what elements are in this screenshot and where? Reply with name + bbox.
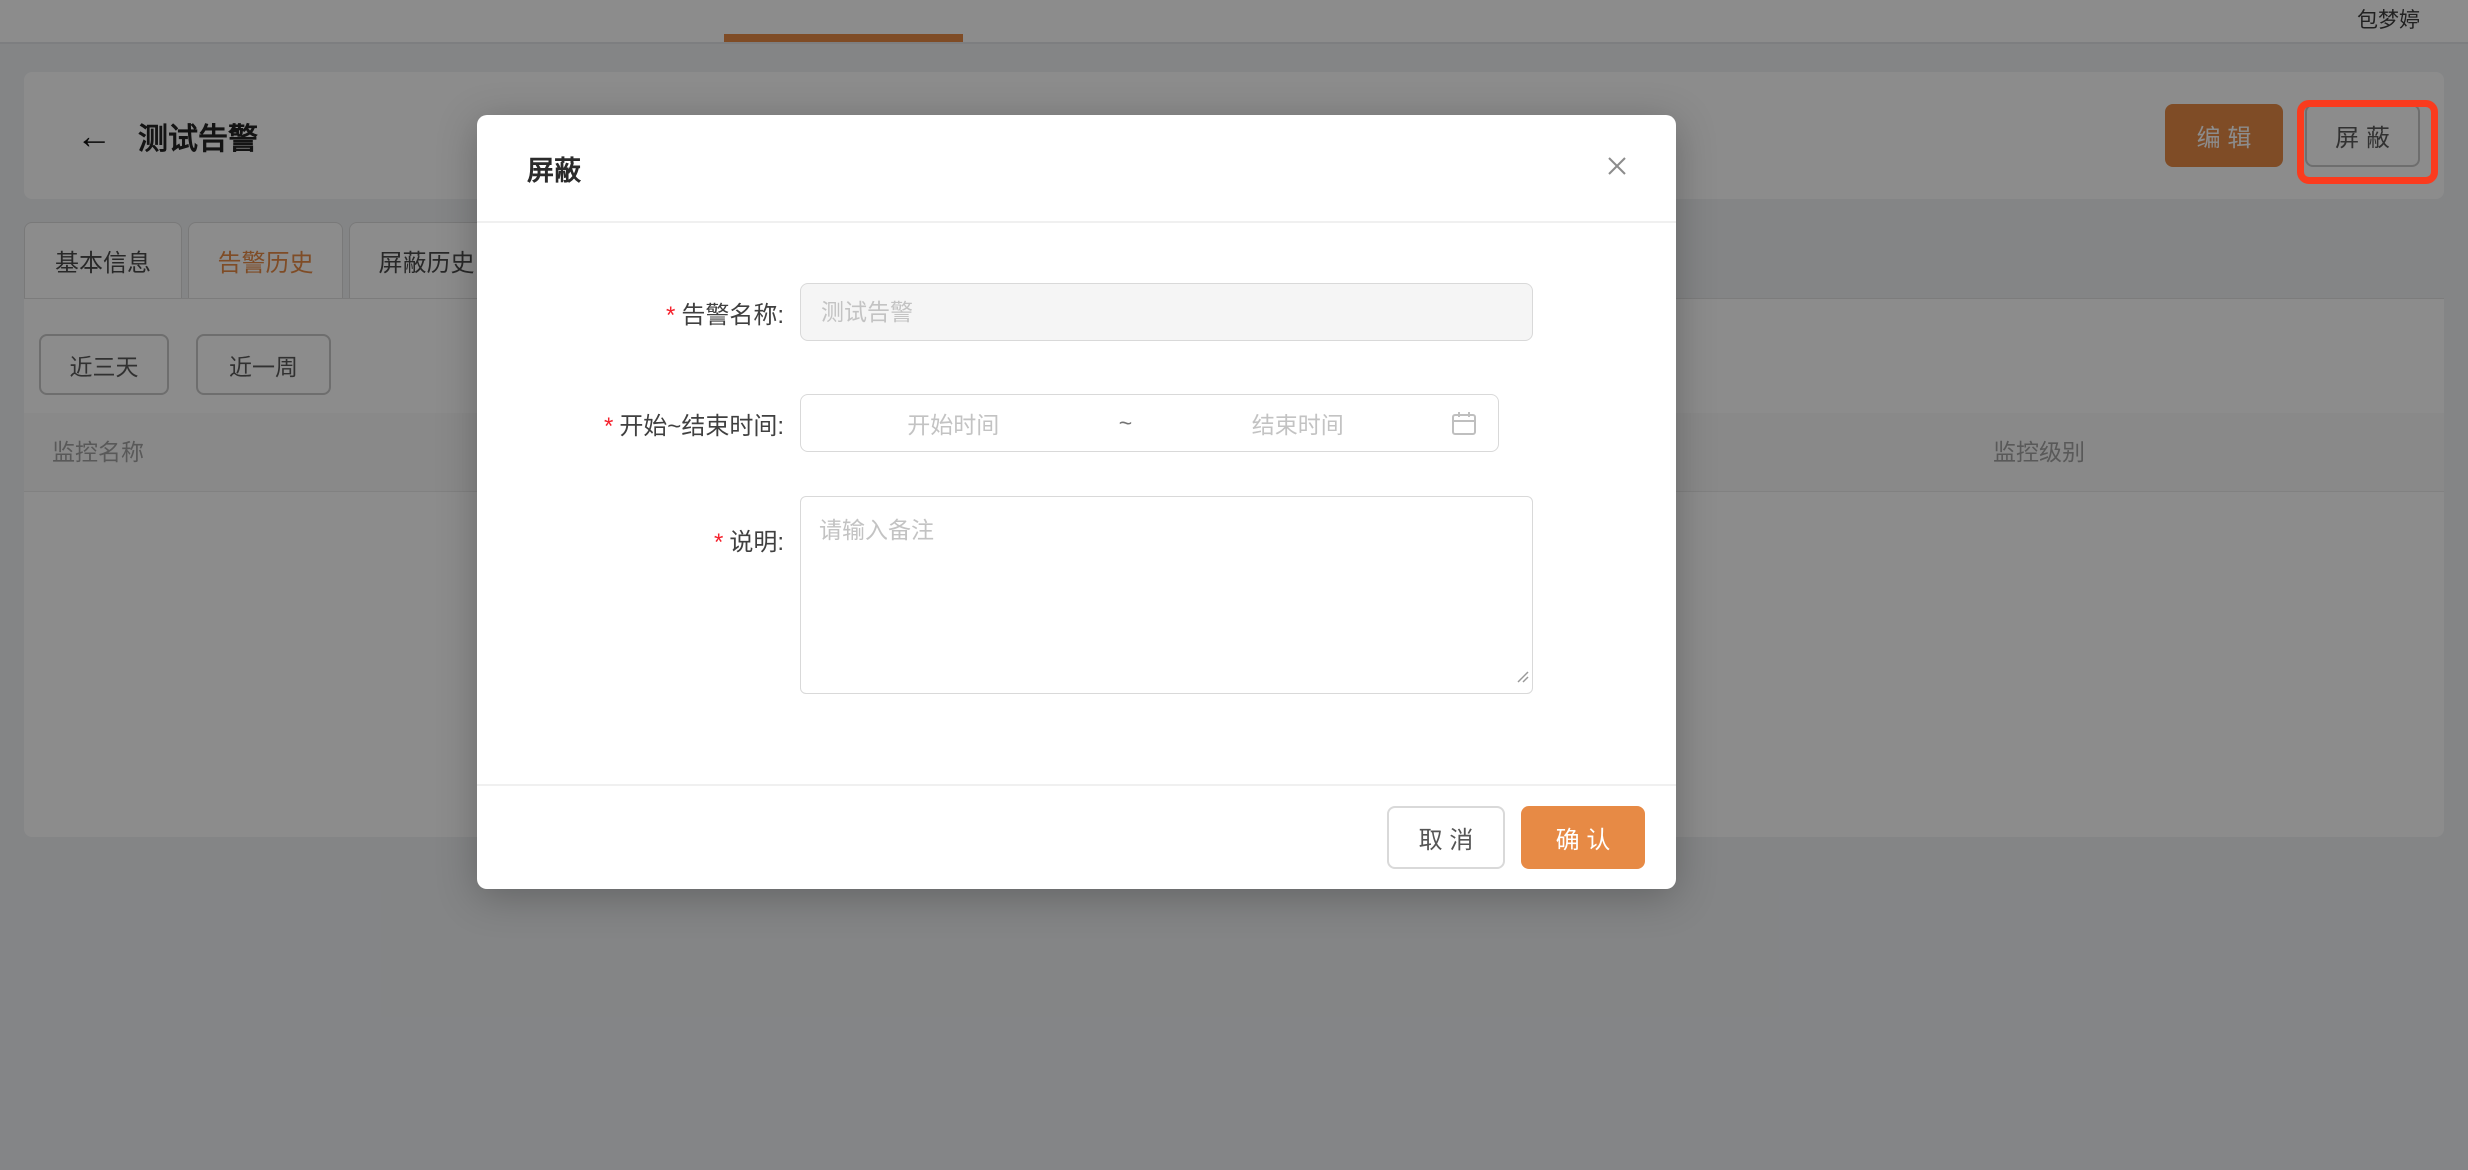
description-label: *说明: — [477, 496, 784, 557]
calendar-icon — [1450, 409, 1478, 437]
date-range-picker[interactable]: 开始时间 ~ 结束时间 — [800, 394, 1499, 452]
screen: 包梦婷 ← 测试告警 编 辑 屏 蔽 基本信息 告警历史 屏蔽历史 近三天 近一… — [0, 0, 2468, 1170]
modal-footer: 取 消 确 认 — [477, 784, 1676, 889]
description-textarea[interactable] — [800, 496, 1533, 694]
modal-title: 屏蔽 — [527, 149, 581, 188]
modal-header: 屏蔽 — [477, 115, 1676, 223]
alert-name-control — [800, 283, 1533, 341]
description-control — [800, 496, 1533, 694]
alert-name-label: *告警名称: — [477, 295, 784, 330]
start-time-placeholder[interactable]: 开始时间 — [801, 406, 1106, 440]
end-time-placeholder[interactable]: 结束时间 — [1146, 406, 1451, 440]
range-separator: ~ — [1106, 410, 1146, 437]
time-range-control: 开始时间 ~ 结束时间 — [800, 394, 1499, 452]
close-icon — [1603, 152, 1631, 185]
required-asterisk: * — [714, 529, 723, 556]
required-asterisk: * — [666, 302, 675, 329]
form-row-time-range: *开始~结束时间: 开始时间 ~ 结束时间 — [477, 394, 1676, 452]
cancel-button[interactable]: 取 消 — [1387, 806, 1505, 869]
highlight-annotation-box — [2297, 100, 2438, 184]
block-modal: 屏蔽 *告警名称: *开始~结束时间: 开始时间 ~ — [477, 115, 1676, 889]
modal-body: *告警名称: *开始~结束时间: 开始时间 ~ 结束时间 — [477, 223, 1676, 694]
form-row-description: *说明: — [477, 496, 1676, 694]
alert-name-input[interactable] — [800, 283, 1533, 341]
required-asterisk: * — [604, 413, 613, 440]
time-range-label: *开始~结束时间: — [477, 406, 784, 441]
form-row-alert-name: *告警名称: — [477, 283, 1676, 341]
close-button[interactable] — [1602, 153, 1632, 183]
confirm-button[interactable]: 确 认 — [1521, 806, 1645, 869]
